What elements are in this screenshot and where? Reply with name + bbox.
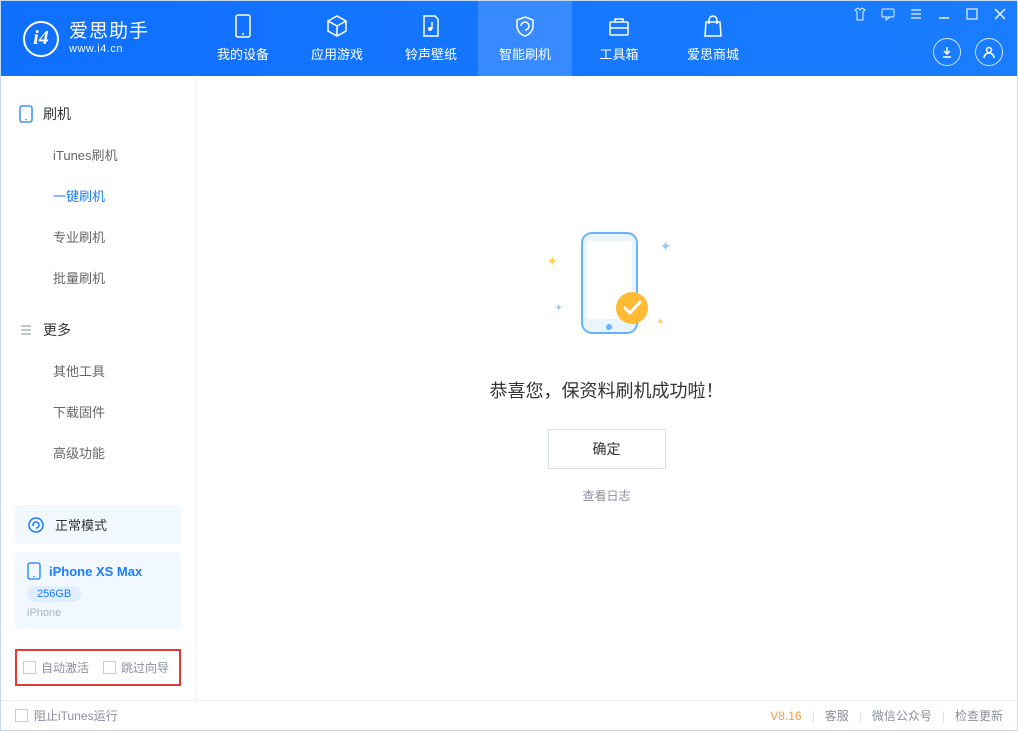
sparkle-icon: ✦	[547, 253, 559, 270]
feedback-icon[interactable]	[881, 7, 895, 24]
sparkle-icon: ✦	[555, 303, 563, 314]
flash-options-row: 自动激活 跳过向导	[15, 649, 181, 686]
version-label: V8.16	[770, 709, 801, 723]
checkbox-skip-guide[interactable]: 跳过向导	[103, 659, 169, 676]
view-log-link[interactable]: 查看日志	[582, 487, 630, 504]
device-icon	[19, 105, 33, 123]
account-button[interactable]	[975, 38, 1003, 66]
device-mode-box[interactable]: 正常模式	[15, 505, 181, 544]
list-icon	[19, 323, 33, 337]
support-link[interactable]: 客服	[825, 707, 849, 724]
close-button[interactable]	[993, 7, 1007, 24]
ok-button[interactable]: 确定	[548, 429, 666, 469]
sidebar-item-other-tools[interactable]: 其他工具	[1, 350, 195, 391]
sidebar-item-batch-flash[interactable]: 批量刷机	[1, 257, 195, 298]
check-update-link[interactable]: 检查更新	[955, 707, 1003, 724]
sidebar-item-download-firmware[interactable]: 下载固件	[1, 391, 195, 432]
tab-smart-flash[interactable]: 智能刷机	[478, 1, 572, 76]
nav-tabs: 我的设备 应用游戏 铃声壁纸 智能刷机 工具箱 爱思商城	[196, 1, 760, 76]
app-title: 爱思助手	[69, 22, 149, 43]
device-info-card[interactable]: iPhone XS Max 256GB iPhone	[15, 552, 181, 629]
tab-my-device[interactable]: 我的设备	[196, 1, 290, 76]
cube-icon	[325, 14, 349, 38]
app-header: i4 爱思助手 www.i4.cn 我的设备 应用游戏 铃声壁纸 智能刷机 工具…	[1, 1, 1017, 76]
sidebar-section-flash: 刷机	[1, 94, 195, 134]
refresh-shield-icon	[513, 14, 537, 38]
bag-icon	[701, 14, 725, 38]
sidebar: 刷机 iTunes刷机 一键刷机 专业刷机 批量刷机 更多 其他工具 下载固件 …	[1, 76, 196, 700]
music-file-icon	[419, 14, 443, 38]
sidebar-section-more: 更多	[1, 310, 195, 350]
app-subtitle: www.i4.cn	[69, 43, 149, 55]
sparkle-icon: ✦	[660, 238, 672, 255]
sync-icon	[27, 516, 45, 534]
phone-small-icon	[27, 562, 41, 580]
minimize-button[interactable]	[937, 7, 951, 24]
logo-area: i4 爱思助手 www.i4.cn	[1, 21, 196, 57]
device-mode-label: 正常模式	[55, 515, 107, 534]
sparkle-icon: ✦	[656, 317, 664, 328]
briefcase-icon	[607, 14, 631, 38]
logo-icon: i4	[23, 21, 59, 57]
main-content: ✦ ✦ ✦ ✦ 恭喜您，保资料刷机成功啦！ 确定 查看日志	[196, 76, 1017, 700]
window-controls	[853, 7, 1007, 24]
maximize-button[interactable]	[965, 7, 979, 24]
header-action-buttons	[933, 38, 1003, 66]
tab-toolbox[interactable]: 工具箱	[572, 1, 666, 76]
tab-apps-games[interactable]: 应用游戏	[290, 1, 384, 76]
tab-store[interactable]: 爱思商城	[666, 1, 760, 76]
sidebar-item-itunes-flash[interactable]: iTunes刷机	[1, 134, 195, 175]
wechat-link[interactable]: 微信公众号	[872, 707, 932, 724]
success-illustration: ✦ ✦ ✦ ✦	[537, 213, 677, 353]
sidebar-item-oneclick-flash[interactable]: 一键刷机	[1, 175, 195, 216]
shirt-icon[interactable]	[853, 7, 867, 24]
tab-ringtones[interactable]: 铃声壁纸	[384, 1, 478, 76]
device-name-label: iPhone XS Max	[49, 564, 142, 579]
success-message: 恭喜您，保资料刷机成功啦！	[490, 377, 724, 403]
menu-icon[interactable]	[909, 7, 923, 24]
checkbox-block-itunes[interactable]: 阻止iTunes运行	[15, 707, 118, 724]
sidebar-item-advanced[interactable]: 高级功能	[1, 432, 195, 473]
phone-icon	[231, 14, 255, 38]
checkbox-auto-activate[interactable]: 自动激活	[23, 659, 89, 676]
download-button[interactable]	[933, 38, 961, 66]
sidebar-item-pro-flash[interactable]: 专业刷机	[1, 216, 195, 257]
device-type-label: iPhone	[27, 607, 169, 619]
storage-badge: 256GB	[27, 586, 81, 602]
footer-bar: 阻止iTunes运行 V8.16 | 客服 | 微信公众号 | 检查更新	[1, 700, 1017, 730]
